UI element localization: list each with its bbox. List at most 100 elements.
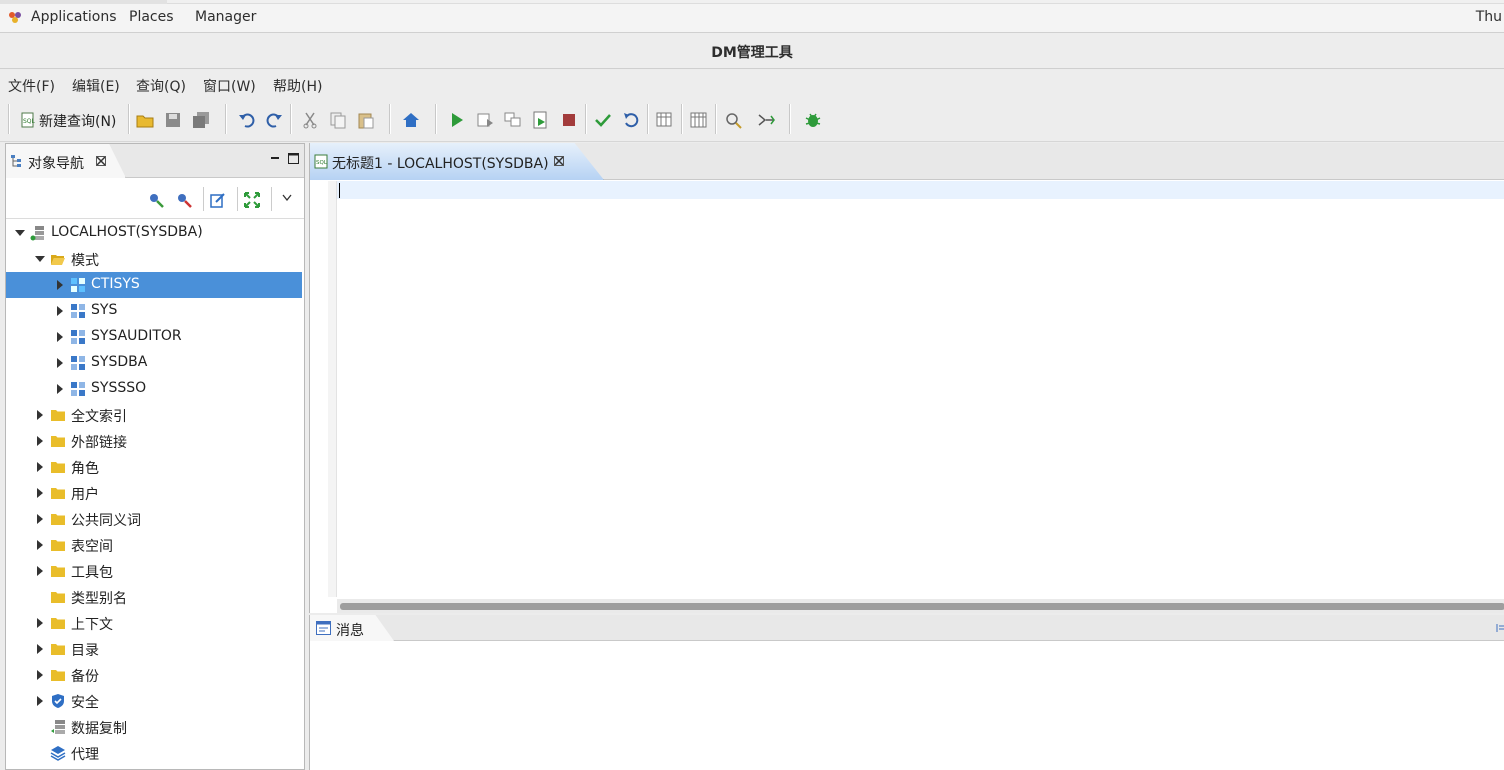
menu-edit[interactable]: 编辑(E) (72, 76, 120, 96)
panel-menu-icon[interactable] (1496, 623, 1504, 633)
applications-menu[interactable]: Applications (31, 9, 117, 25)
tree-node-label: 类型别名 (71, 591, 127, 607)
tab-messages[interactable]: 消息 (310, 615, 394, 641)
tab-sql-editor[interactable]: SQL 无标题1 - LOCALHOST(SYSDBA) (310, 143, 604, 180)
expander-chevron-right-icon[interactable] (37, 696, 43, 706)
close-icon[interactable] (554, 156, 564, 166)
tree-node[interactable]: LOCALHOST(SYSDBA) (6, 220, 302, 246)
minimize-icon[interactable] (270, 154, 280, 164)
agent-layers-icon (50, 745, 66, 761)
expander-chevron-down-icon[interactable] (15, 230, 25, 236)
tree-node[interactable]: 上下文 (6, 610, 302, 636)
expander-chevron-right-icon[interactable] (57, 306, 63, 316)
expander-chevron-right-icon[interactable] (37, 618, 43, 628)
disconnect-icon[interactable] (175, 191, 193, 209)
redo-icon[interactable] (264, 110, 284, 130)
tree-node[interactable]: 模式 (6, 246, 302, 272)
undo-icon[interactable] (237, 110, 257, 130)
manager-menu[interactable]: Manager (195, 9, 256, 25)
text-caret (339, 183, 340, 198)
menu-help[interactable]: 帮助(H) (273, 76, 322, 96)
close-icon[interactable] (96, 156, 106, 166)
menu-query[interactable]: 查询(Q) (136, 76, 186, 96)
editor-horizontal-scrollbar[interactable] (337, 599, 1504, 613)
tree-node[interactable]: 备份 (6, 662, 302, 688)
menu-file[interactable]: 文件(F) (8, 76, 55, 96)
tree-node[interactable]: 角色 (6, 454, 302, 480)
clock[interactable]: Thu (1476, 9, 1502, 25)
navigator-toolbar (6, 179, 304, 219)
tree-node[interactable]: 公共同义词 (6, 506, 302, 532)
connect-icon[interactable] (147, 191, 165, 209)
format-sql-icon[interactable] (723, 110, 743, 130)
explain-plan-icon[interactable] (655, 110, 675, 130)
tree-node[interactable]: 工具包 (6, 558, 302, 584)
svg-text:SQL: SQL (23, 118, 36, 125)
tab-object-navigator[interactable]: 对象导航 (6, 144, 126, 178)
expand-all-icon[interactable] (243, 191, 261, 209)
tree-node[interactable]: 全文索引 (6, 402, 302, 428)
paste-icon[interactable] (356, 110, 376, 130)
tree-node[interactable]: 类型别名 (6, 584, 302, 610)
expander-chevron-down-icon[interactable] (35, 256, 45, 262)
rollback-icon[interactable] (621, 110, 641, 130)
places-menu[interactable]: Places (129, 9, 174, 25)
copy-icon[interactable] (328, 110, 348, 130)
tree-node[interactable]: 外部链接 (6, 428, 302, 454)
cut-icon[interactable] (300, 110, 320, 130)
expander-chevron-right-icon[interactable] (57, 358, 63, 368)
expander-chevron-right-icon[interactable] (37, 540, 43, 550)
tree-node[interactable]: 安全 (6, 688, 302, 714)
expander-chevron-right-icon[interactable] (57, 332, 63, 342)
tree-node[interactable]: SYSSSO (6, 376, 302, 402)
applications-icon[interactable] (8, 11, 22, 23)
save-icon[interactable] (163, 110, 183, 130)
save-all-icon[interactable] (191, 110, 211, 130)
expander-chevron-right-icon[interactable] (37, 410, 43, 420)
expander-chevron-right-icon[interactable] (37, 436, 43, 446)
edit-icon[interactable] (209, 191, 227, 209)
tree-node[interactable]: CTISYS (6, 272, 302, 298)
expander-chevron-right-icon[interactable] (37, 566, 43, 576)
scrollbar-thumb[interactable] (340, 603, 1504, 610)
tree-node[interactable]: 表空间 (6, 532, 302, 558)
tree-node-label: 数据复制 (71, 721, 127, 737)
editor-tab-label: 无标题1 - LOCALHOST(SYSDBA) (332, 156, 549, 172)
expander-chevron-right-icon[interactable] (37, 670, 43, 680)
commit-check-icon[interactable] (593, 110, 613, 130)
home-icon[interactable] (401, 110, 421, 130)
tree-node[interactable]: 数据复制 (6, 714, 302, 740)
top-strip (0, 0, 167, 4)
open-folder-icon[interactable] (135, 110, 155, 130)
stop-icon[interactable] (559, 110, 579, 130)
execute-file-icon[interactable] (531, 110, 551, 130)
expander-chevron-right-icon[interactable] (57, 384, 63, 394)
tree-node[interactable]: SYSDBA (6, 350, 302, 376)
execute-script-icon[interactable] (475, 110, 495, 130)
transform-icon[interactable] (756, 110, 776, 130)
execute-selection-icon[interactable] (503, 110, 523, 130)
maximize-icon[interactable] (288, 153, 299, 164)
menu-window[interactable]: 窗口(W) (203, 76, 256, 96)
editor-current-line[interactable] (337, 181, 1504, 199)
expander-chevron-right-icon[interactable] (37, 488, 43, 498)
tree-node[interactable]: 目录 (6, 636, 302, 662)
schedule-icon[interactable] (689, 110, 709, 130)
menu-bar: 文件(F) 编辑(E) 查询(Q) 窗口(W) 帮助(H) (0, 70, 1504, 98)
tree-node-label: SYSAUDITOR (91, 328, 182, 344)
messages-panel: 消息 (309, 615, 1504, 770)
expander-chevron-right-icon[interactable] (37, 514, 43, 524)
tree-node[interactable]: SYS (6, 298, 302, 324)
tree-node[interactable]: SYSAUDITOR (6, 324, 302, 350)
debug-bug-icon[interactable] (803, 110, 823, 130)
folder-icon (50, 511, 66, 527)
navigator-toolbar-separator (203, 187, 204, 211)
tree-node[interactable]: 代理 (6, 740, 302, 766)
expander-chevron-right-icon[interactable] (37, 644, 43, 654)
tree-node-label: 代理 (71, 747, 99, 763)
expander-chevron-right-icon[interactable] (37, 462, 43, 472)
execute-icon[interactable] (447, 110, 467, 130)
tree-node[interactable]: 用户 (6, 480, 302, 506)
expander-chevron-right-icon[interactable] (57, 280, 63, 290)
view-menu-chevron-down-icon[interactable] (282, 194, 292, 201)
